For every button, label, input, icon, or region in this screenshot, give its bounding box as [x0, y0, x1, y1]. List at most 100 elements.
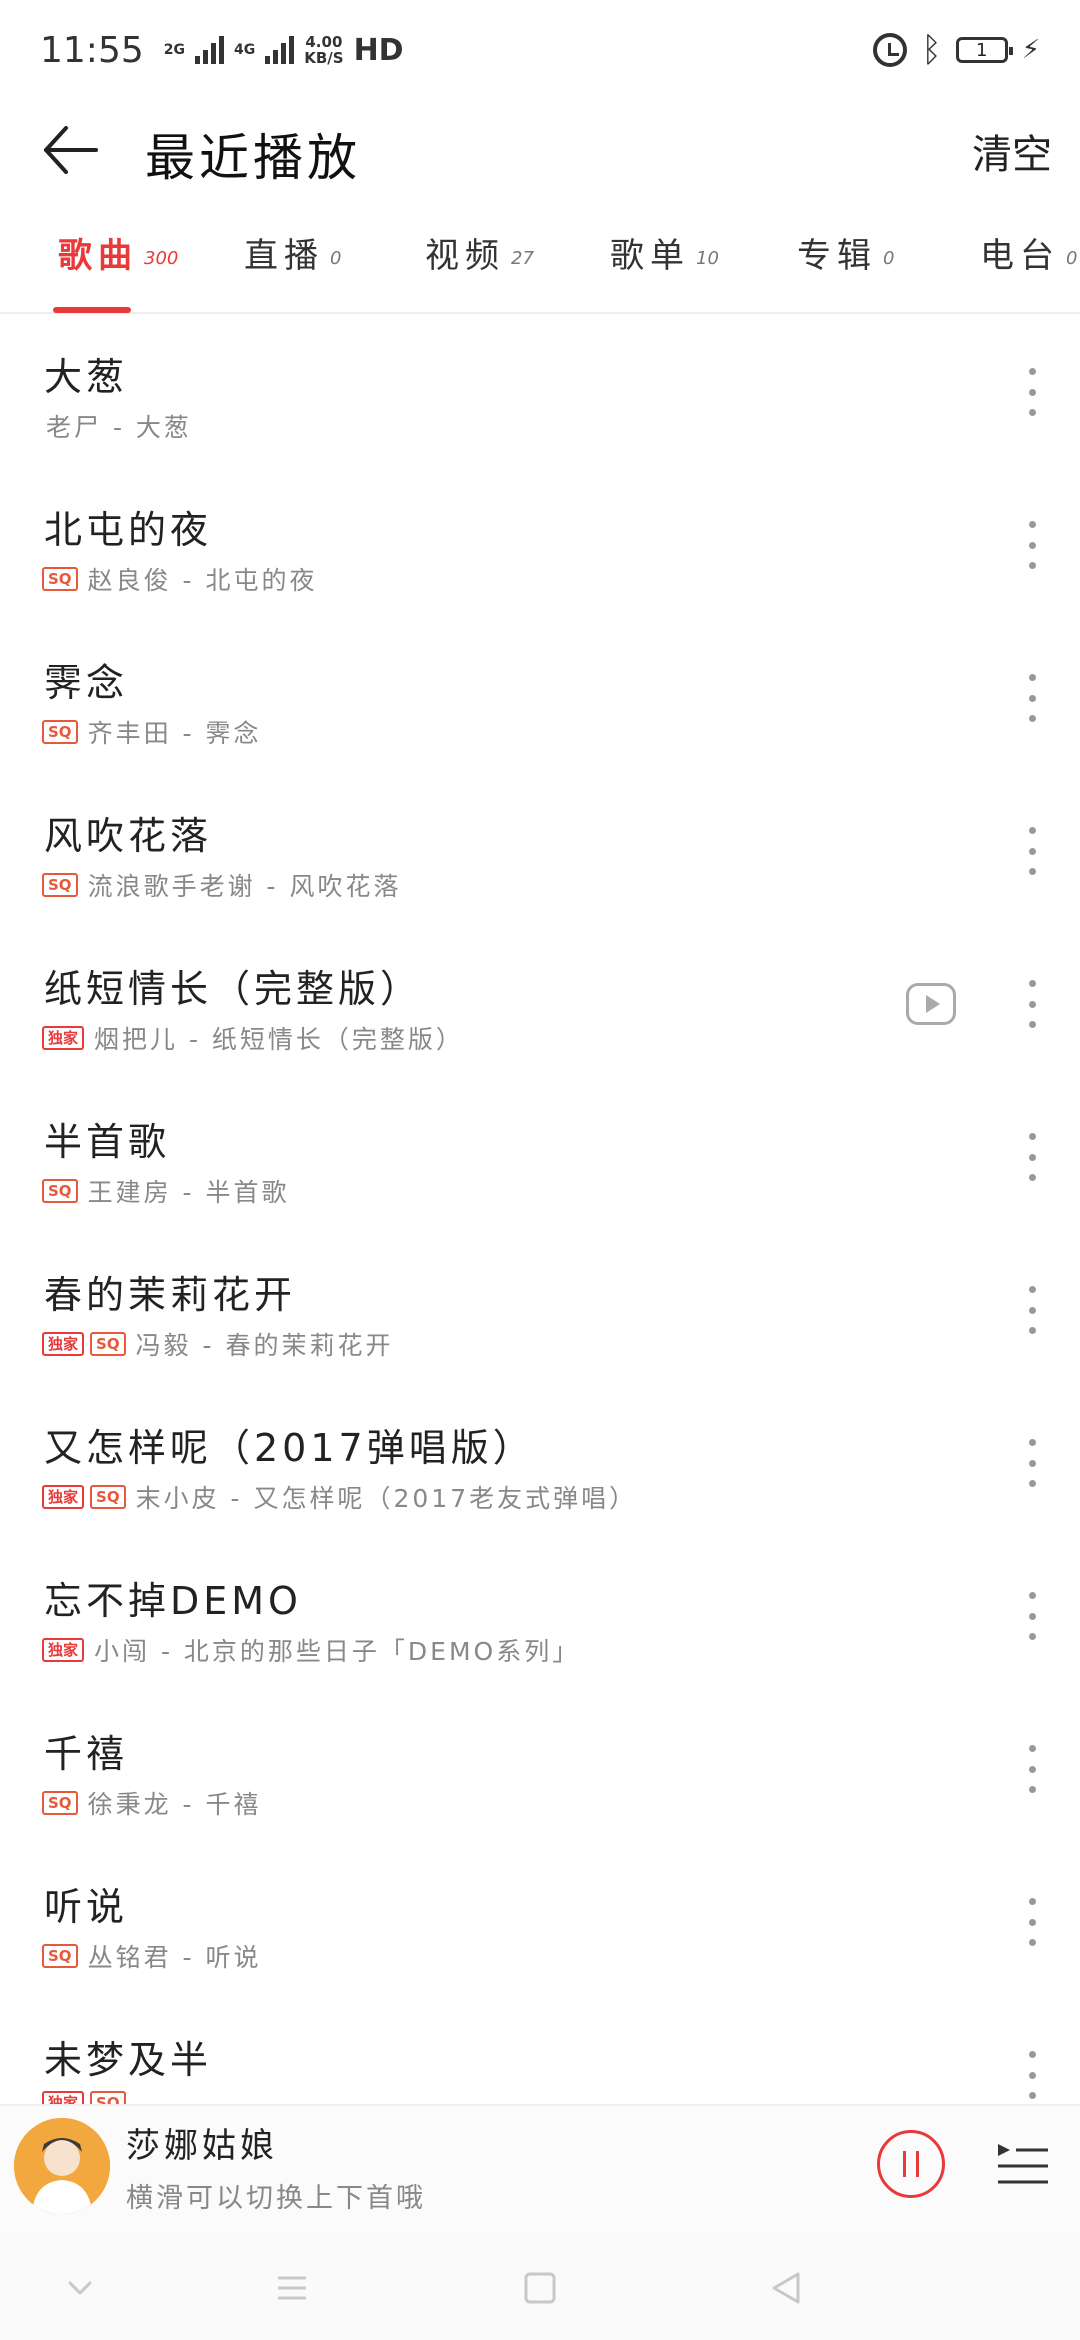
category-tabs: 歌曲 300 直播 0 视频 27 歌单 10 专辑 0 电台 0: [0, 228, 1080, 314]
nav-menu-button[interactable]: [272, 2268, 312, 2308]
song-list: 大葱 老尸 - 大葱 北屯的夜 SQ 赵良俊 - 北屯的夜 霁念 SQ 齐丰田 …: [0, 316, 1080, 2106]
pause-button[interactable]: [877, 2130, 945, 2198]
network-4g-label: 4G: [233, 42, 256, 58]
nav-back-button[interactable]: [766, 2268, 806, 2308]
more-options-button[interactable]: [1020, 1745, 1044, 1793]
song-title: 大葱: [44, 355, 129, 399]
signal-icon: [194, 36, 224, 64]
song-title: 忘不掉DEMO: [44, 1579, 302, 1623]
more-options-button[interactable]: [1020, 1592, 1044, 1640]
tab-count: 0: [883, 248, 895, 269]
song-row[interactable]: 听说 SQ 丛铭君 - 听说: [0, 1846, 1080, 1999]
song-row[interactable]: 千禧 SQ 徐秉龙 - 千禧: [0, 1693, 1080, 1846]
exclusive-badge: 独家: [42, 1638, 85, 1662]
bluetooth-icon: ᛒ: [921, 30, 942, 70]
song-row[interactable]: 春的茉莉花开 独家 SQ 冯毅 - 春的茉莉花开: [0, 1234, 1080, 1387]
sq-badge: SQ: [42, 1944, 78, 1968]
sq-badge: SQ: [42, 720, 78, 744]
song-title: 未梦及半: [44, 2038, 213, 2082]
song-title: 半首歌: [44, 1120, 171, 1164]
song-row[interactable]: 北屯的夜 SQ 赵良俊 - 北屯的夜: [0, 469, 1080, 622]
more-options-button[interactable]: [1020, 1439, 1044, 1487]
song-artist: 王建房 - 半首歌: [87, 1178, 290, 1207]
song-artist: 末小皮 - 又怎样呢（2017老友式弹唱）: [135, 1484, 638, 1513]
tab-label: 电台: [980, 236, 1060, 276]
sq-badge: SQ: [42, 1179, 78, 1203]
song-artist: 齐丰田 - 霁念: [87, 719, 262, 748]
tab-live[interactable]: 直播 0: [244, 228, 341, 312]
song-subtitle: 独家 烟把儿 - 纸短情长（完整版）: [42, 1020, 464, 1056]
sq-badge: SQ: [42, 1791, 78, 1815]
tab-radio[interactable]: 电台 0: [980, 228, 1077, 312]
song-subtitle: SQ 流浪歌手老谢 - 风吹花落: [42, 867, 401, 903]
network-speed: 4.00 KB/S: [304, 34, 343, 66]
song-row[interactable]: 半首歌 SQ 王建房 - 半首歌: [0, 1081, 1080, 1234]
album-art-image: [14, 2118, 110, 2214]
nav-home-button[interactable]: [520, 2268, 560, 2308]
status-bar: 11:55 2G 4G 4.00 KB/S HD ᛒ 1 ⚡: [0, 0, 1080, 100]
tab-label: 直播: [244, 236, 324, 276]
song-title: 北屯的夜: [44, 508, 213, 552]
song-artist: 赵良俊 - 北屯的夜: [87, 566, 318, 595]
mini-player[interactable]: 莎娜姑娘 横滑可以切换上下首哦: [0, 2104, 1080, 2234]
swipe-hint: 横滑可以切换上下首哦: [126, 2183, 426, 2214]
playlist-icon: [998, 2144, 1048, 2184]
song-title: 听说: [44, 1885, 129, 1929]
song-row[interactable]: 未梦及半 独家 SQ: [0, 1999, 1080, 2106]
system-nav-bar: [0, 2234, 1080, 2340]
song-row[interactable]: 纸短情长（完整版） 独家 烟把儿 - 纸短情长（完整版）: [0, 928, 1080, 1081]
menu-icon: [278, 2276, 306, 2300]
exclusive-badge: 独家: [42, 1485, 85, 1509]
more-options-button[interactable]: [1020, 1286, 1044, 1334]
status-time: 11:55: [40, 29, 144, 71]
more-options-button[interactable]: [1020, 1133, 1044, 1181]
more-options-button[interactable]: [1020, 2051, 1044, 2099]
play-video-icon[interactable]: [906, 983, 956, 1025]
signal-icon: [265, 36, 295, 64]
charging-icon: ⚡: [1021, 35, 1040, 65]
more-options-button[interactable]: [1020, 827, 1044, 875]
song-row[interactable]: 霁念 SQ 齐丰田 - 霁念: [0, 622, 1080, 775]
song-subtitle: SQ 赵良俊 - 北屯的夜: [42, 561, 317, 597]
exclusive-badge: 独家: [42, 1026, 85, 1050]
tab-videos[interactable]: 视频 27: [425, 228, 534, 312]
song-title: 霁念: [44, 661, 129, 705]
tab-albums[interactable]: 专辑 0: [797, 228, 894, 312]
back-triangle-icon: [772, 2272, 800, 2304]
exclusive-badge: 独家: [42, 1332, 85, 1356]
more-options-button[interactable]: [1020, 368, 1044, 416]
song-artist: 流浪歌手老谢 - 风吹花落: [87, 872, 402, 901]
tab-label: 歌曲: [58, 236, 138, 276]
playlist-button[interactable]: [996, 2136, 1050, 2190]
song-artist: 小闯 - 北京的那些日子「DEMO系列」: [94, 1637, 581, 1666]
song-artist: 徐秉龙 - 千禧: [87, 1790, 262, 1819]
album-art[interactable]: [14, 2118, 110, 2214]
song-row[interactable]: 忘不掉DEMO 独家 小闯 - 北京的那些日子「DEMO系列」: [0, 1540, 1080, 1693]
sq-badge: SQ: [42, 873, 78, 897]
song-row[interactable]: 风吹花落 SQ 流浪歌手老谢 - 风吹花落: [0, 775, 1080, 928]
more-options-button[interactable]: [1020, 674, 1044, 722]
song-title: 风吹花落: [44, 814, 213, 858]
song-row[interactable]: 又怎样呢（2017弹唱版） 独家 SQ 末小皮 - 又怎样呢（2017老友式弹唱…: [0, 1387, 1080, 1540]
song-title: 纸短情长（完整版）: [44, 967, 423, 1011]
song-subtitle: SQ 王建房 - 半首歌: [42, 1173, 289, 1209]
tab-songs[interactable]: 歌曲 300: [58, 228, 178, 312]
back-button[interactable]: [40, 122, 100, 178]
app-root: 11:55 2G 4G 4.00 KB/S HD ᛒ 1 ⚡ 最近播放 清空 歌…: [0, 0, 1080, 2340]
tab-playlists[interactable]: 歌单 10: [610, 228, 719, 312]
song-subtitle: SQ 丛铭君 - 听说: [42, 1938, 261, 1974]
more-options-button[interactable]: [1020, 980, 1044, 1028]
more-options-button[interactable]: [1020, 1898, 1044, 1946]
battery-level: 1: [976, 39, 988, 61]
song-subtitle: 独家 小闯 - 北京的那些日子「DEMO系列」: [42, 1632, 580, 1668]
network-speed-unit: KB/S: [304, 49, 344, 67]
alarm-icon: [873, 33, 908, 67]
header: 最近播放 清空: [0, 100, 1080, 200]
clear-button[interactable]: 清空: [972, 122, 1052, 180]
tab-count: 0: [1066, 248, 1078, 269]
network-2g-label: 2G: [163, 42, 185, 58]
nav-collapse-button[interactable]: [60, 2268, 100, 2308]
more-options-button[interactable]: [1020, 521, 1044, 569]
sq-badge: SQ: [42, 567, 78, 591]
song-row[interactable]: 大葱 老尸 - 大葱: [0, 316, 1080, 469]
